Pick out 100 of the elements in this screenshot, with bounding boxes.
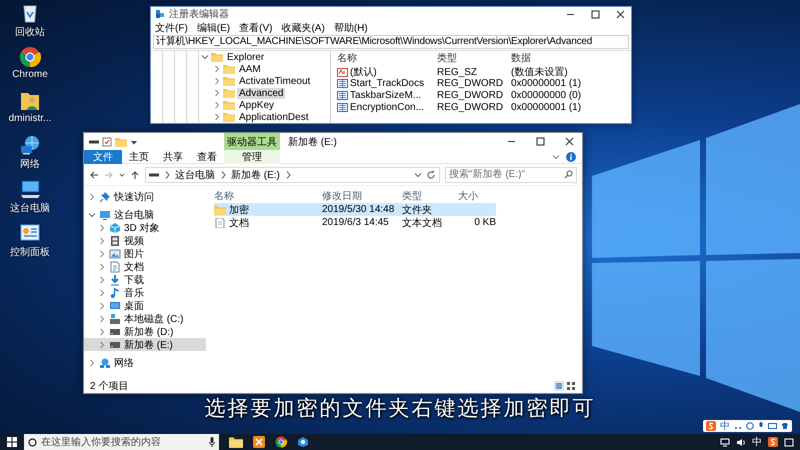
recent-dropdown-icon[interactable] xyxy=(119,170,125,178)
tree-item[interactable]: AAM xyxy=(237,64,263,74)
folder-icon[interactable] xyxy=(229,436,243,448)
chevron-icon[interactable] xyxy=(213,101,221,109)
up-arrow-icon[interactable] xyxy=(130,170,140,180)
tree-item[interactable]: Advanced xyxy=(237,88,286,98)
ribbon-tab[interactable]: 管理 xyxy=(224,150,280,164)
sidebar-item[interactable]: 音乐 xyxy=(84,286,206,299)
close-icon[interactable] xyxy=(565,137,574,146)
sidebar-item[interactable]: 这台电脑 xyxy=(84,208,206,221)
maximize-icon[interactable] xyxy=(591,10,600,18)
sidebar-item[interactable]: 本地磁盘 (C:) xyxy=(84,312,206,325)
maximize-icon[interactable] xyxy=(536,137,545,146)
chevron-icon[interactable] xyxy=(213,77,221,85)
notification-icon[interactable] xyxy=(784,438,794,446)
desktop-icon-label[interactable]: Chrome xyxy=(12,69,48,80)
keyboard-icon[interactable] xyxy=(768,422,777,430)
sidebar-item[interactable]: 视频 xyxy=(84,234,206,247)
menu-item[interactable]: 编辑(E) xyxy=(196,20,230,34)
microphone-icon[interactable] xyxy=(758,422,764,430)
chevron-icon[interactable] xyxy=(213,65,221,73)
chevron-icon[interactable] xyxy=(88,210,96,218)
chevron-icon[interactable] xyxy=(98,250,106,258)
desktop-icon-label[interactable]: dministr... xyxy=(8,113,52,124)
history-dropdown-icon[interactable] xyxy=(414,170,422,178)
chevron-icon[interactable] xyxy=(98,236,106,244)
chevron-icon[interactable] xyxy=(88,358,96,366)
menu-item[interactable]: 帮助(H) xyxy=(334,20,368,34)
address-field[interactable]: 计算机\HKEY_LOCAL_MACHINE\SOFTWARE\Microsoft\Windows\CurrentVersion\Explorer\Advanced xyxy=(153,35,629,49)
value-name[interactable]: Start_TrackDocs xyxy=(350,78,424,88)
chevron-icon[interactable] xyxy=(98,288,106,296)
value-name[interactable]: TaskbarSizeM... xyxy=(350,90,422,100)
column-header[interactable]: 类型 xyxy=(402,188,454,202)
address-bar[interactable]: 这台电脑 新加卷 (E:) xyxy=(145,166,440,182)
expand-ribbon-icon[interactable] xyxy=(552,152,560,160)
tree-item[interactable]: ApplicationDest xyxy=(237,112,310,122)
speaker-icon[interactable] xyxy=(736,438,746,446)
value-name[interactable]: EncryptionCon... xyxy=(350,102,424,112)
sidebar-item[interactable]: 图片 xyxy=(84,247,206,260)
app-icon[interactable] xyxy=(297,436,309,448)
emoji-icon[interactable] xyxy=(746,422,754,430)
refresh-icon[interactable] xyxy=(426,170,436,180)
column-header[interactable]: 大小 xyxy=(454,188,496,202)
skin-icon[interactable] xyxy=(781,422,789,430)
sidebar-item[interactable]: 桌面 xyxy=(84,299,206,312)
large-icons-view-icon[interactable] xyxy=(566,380,576,390)
search-icon[interactable] xyxy=(564,170,573,179)
chevron-icon[interactable] xyxy=(88,192,96,200)
ime-logo-icon[interactable] xyxy=(768,437,778,447)
sidebar-item[interactable]: 快速访问 xyxy=(84,190,206,203)
file-row[interactable]: 文档 2019/6/3 14:45 文本文档 0 KB xyxy=(214,216,496,229)
desktop-icon-label[interactable]: 控制面板 xyxy=(10,245,50,259)
breadcrumb-item[interactable]: 这台电脑 xyxy=(175,168,215,182)
ribbon-tab[interactable]: 共享 xyxy=(156,150,190,164)
desktop-icon-label[interactable]: 这台电脑 xyxy=(10,201,50,215)
file-name[interactable]: 加密 xyxy=(229,202,249,216)
breadcrumb-item[interactable]: 新加卷 (E:) xyxy=(231,168,280,182)
chrome-icon[interactable] xyxy=(275,436,287,448)
tree-item[interactable]: AppKey xyxy=(237,100,276,110)
menu-item[interactable]: 文件(F) xyxy=(155,20,188,34)
column-header[interactable]: 类型 xyxy=(437,51,511,65)
chevron-icon[interactable] xyxy=(98,262,106,270)
close-icon[interactable] xyxy=(616,10,625,18)
help-icon[interactable] xyxy=(566,152,576,162)
desktop-icon-label[interactable]: 回收站 xyxy=(15,25,45,39)
ribbon-tab[interactable]: 文件 xyxy=(84,150,122,164)
sidebar-item[interactable]: 新加卷 (D:) xyxy=(84,325,206,338)
column-header[interactable]: 数据 xyxy=(511,51,631,65)
sidebar-item[interactable]: 3D 对象 xyxy=(84,221,206,234)
input-mode-toggle[interactable]: 中 xyxy=(720,419,730,433)
input-mode-indicator[interactable]: 中 xyxy=(752,435,762,449)
properties-icon[interactable] xyxy=(102,136,112,146)
sidebar-item[interactable]: 网络 xyxy=(84,356,206,369)
computer-icon[interactable] xyxy=(19,178,41,200)
chevron-icon[interactable] xyxy=(98,224,106,232)
network-globe-icon[interactable] xyxy=(19,134,41,156)
column-header[interactable]: 名称 xyxy=(214,188,322,202)
chrome-icon[interactable] xyxy=(19,46,41,68)
ribbon-tab[interactable]: 主页 xyxy=(122,150,156,164)
chevron-icon[interactable] xyxy=(213,113,221,121)
ribbon-tab[interactable]: 查看 xyxy=(190,150,224,164)
column-header[interactable]: 名称 xyxy=(337,51,437,65)
network-status-icon[interactable] xyxy=(720,438,730,446)
sidebar-item[interactable]: 文档 xyxy=(84,260,206,273)
chevron-icon[interactable] xyxy=(201,53,209,61)
sidebar-item[interactable]: 新加卷 (E:) xyxy=(84,338,206,351)
chevron-icon[interactable] xyxy=(98,302,106,310)
menu-item[interactable]: 收藏夹(A) xyxy=(281,20,325,34)
drive-icon[interactable] xyxy=(89,140,99,144)
chevron-icon[interactable] xyxy=(213,89,221,97)
tree-item[interactable]: ActivateTimeout xyxy=(237,76,312,86)
file-row[interactable]: 加密 2019/5/30 14:48 文件夹 xyxy=(214,203,496,216)
back-arrow-icon[interactable] xyxy=(89,170,99,180)
menu-item[interactable]: 查看(V) xyxy=(239,20,272,34)
chevron-icon[interactable] xyxy=(98,328,106,336)
value-name[interactable]: (默认) xyxy=(350,65,377,79)
sidebar-item[interactable]: 下载 xyxy=(84,273,206,286)
file-name[interactable]: 文档 xyxy=(229,216,249,230)
tree-item[interactable]: Explorer xyxy=(225,52,266,62)
column-header[interactable]: 修改日期 xyxy=(322,188,402,202)
